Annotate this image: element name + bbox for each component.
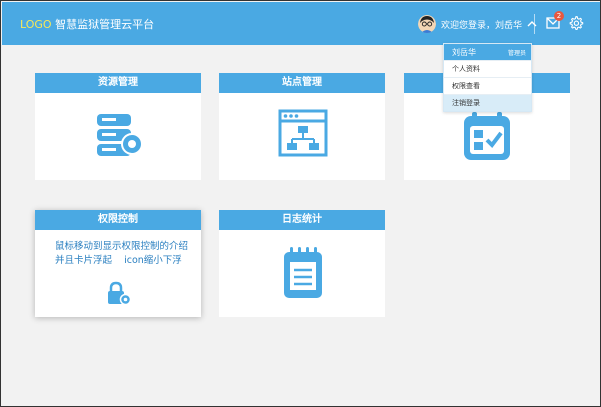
sitemap-window-icon xyxy=(278,109,328,157)
card-intro-text: 鼠标移动到显示权限控制的介绍 并且卡片浮起 icon缩小下浮 xyxy=(55,241,189,266)
card-permission-control[interactable]: 权限控制 鼠标移动到显示权限控制的介绍 并且卡片浮起 icon缩小下浮 xyxy=(35,210,201,317)
menu-item-logout[interactable]: 注销登录 xyxy=(444,94,531,111)
platform-title: 智慧监狱管理云平台 xyxy=(55,18,155,31)
card-log-statistics[interactable]: 日志统计 xyxy=(219,210,385,317)
chevron-up-icon xyxy=(527,21,537,27)
server-gear-icon xyxy=(97,114,143,156)
welcome-text: 欢迎您登录，刘岳华 xyxy=(441,20,523,31)
lock-gear-icon xyxy=(108,281,132,306)
top-navbar: LOGO 智慧监狱管理云平台 欢迎您登录，刘岳华 2 xyxy=(2,2,600,45)
user-dropdown-menu: 刘岳华 管理员 个人资料 权限查看 注销登录 xyxy=(443,43,532,112)
dropdown-header: 刘岳华 管理员 xyxy=(444,44,531,60)
avatar xyxy=(418,15,436,33)
menu-item-view-permissions[interactable]: 权限查看 xyxy=(444,77,531,94)
card-title: 站点管理 xyxy=(219,73,385,93)
mail-badge: 2 xyxy=(554,11,564,21)
card-title: 日志统计 xyxy=(219,210,385,230)
brand[interactable]: LOGO 智慧监狱管理云平台 xyxy=(20,16,154,32)
calendar-check-icon xyxy=(464,112,510,160)
app-frame: LOGO 智慧监狱管理云平台 欢迎您登录，刘岳华 2 资源管理 站点管理 权限控… xyxy=(0,0,601,407)
card-resource-management[interactable]: 资源管理 xyxy=(35,73,201,180)
card-title: 权限控制 xyxy=(35,210,201,230)
card-title: 资源管理 xyxy=(35,73,201,93)
logo: LOGO xyxy=(20,18,52,31)
menu-item-profile[interactable]: 个人资料 xyxy=(444,60,531,77)
notepad-icon xyxy=(284,247,322,298)
dropdown-user-role: 管理员 xyxy=(507,50,526,57)
user-menu-toggle[interactable]: 欢迎您登录，刘岳华 xyxy=(418,12,537,36)
dropdown-user-name: 刘岳华 xyxy=(452,48,476,57)
card-site-management[interactable]: 站点管理 xyxy=(219,73,385,180)
header-divider xyxy=(534,14,535,34)
gear-icon[interactable] xyxy=(568,15,584,31)
